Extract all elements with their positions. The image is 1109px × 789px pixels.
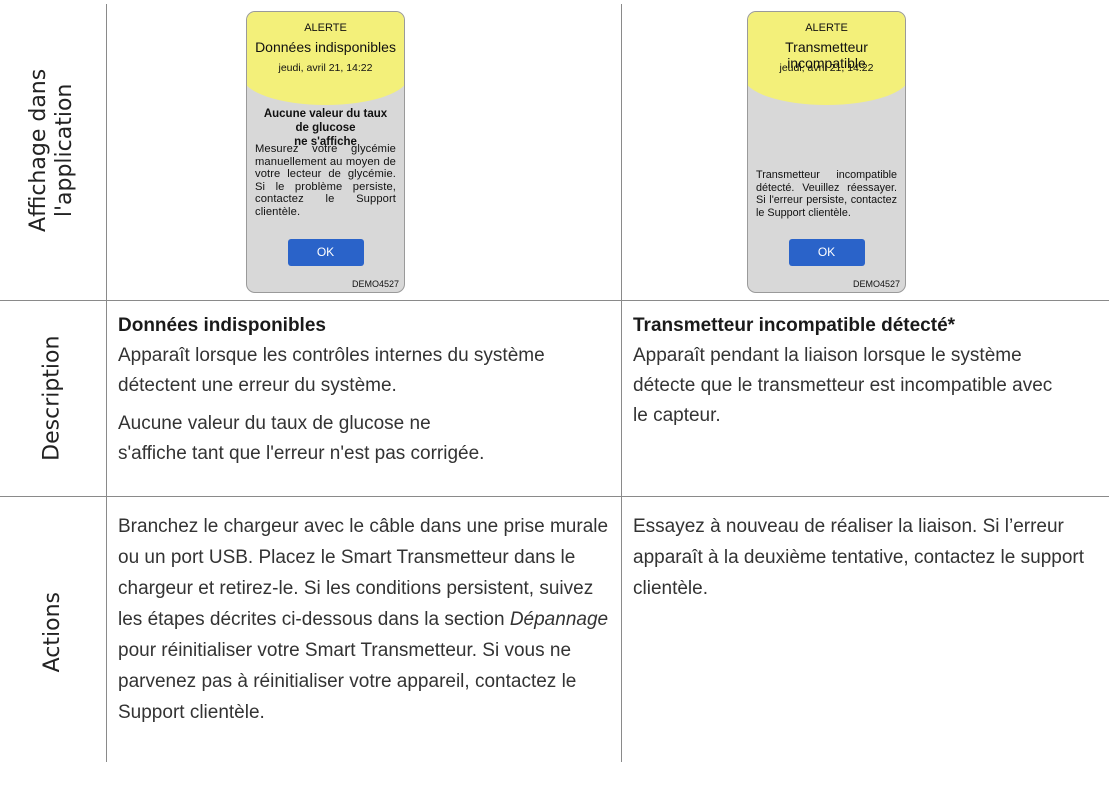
actions-col2: Essayez à nouveau de réaliser la liaison…	[633, 511, 1103, 604]
row-divider-1	[0, 300, 1109, 301]
demo-code: DEMO4527	[852, 279, 900, 289]
alert-date: jeudi, avril 21, 14:22	[278, 62, 373, 74]
troubleshooting-reference: Dépannage	[509, 609, 609, 630]
row-label-app-display-line2: l'application	[53, 83, 78, 217]
app-screen-data-unavailable: ALERTE Données indisponibles jeudi, avri…	[246, 11, 405, 293]
alert-label: ALERTE	[304, 22, 347, 34]
description-col2-heading: Transmetteur incompatible détecté*	[633, 315, 956, 336]
row-label-actions: Actions	[39, 591, 65, 673]
ok-button[interactable]: OK	[287, 239, 364, 266]
description-col1-para2: Aucune valeur du taux de glucose ne s'af…	[118, 413, 485, 464]
app-screen-incompatible-transmitter: ALERTE Transmetteur incompatible jeudi, …	[747, 11, 906, 293]
alert-title: Données indisponibles	[255, 39, 396, 55]
actions-col2-text: Essayez à nouveau de réaliser la liaison…	[633, 516, 1084, 599]
actions-col1: Branchez le chargeur avec le câble dans …	[118, 511, 613, 728]
demo-code: DEMO4527	[351, 279, 399, 289]
column-divider-left	[106, 4, 107, 762]
actions-col1-text-after: pour réinitialiser votre Smart Transmett…	[118, 640, 577, 723]
alert-label: ALERTE	[805, 22, 848, 34]
description-col1: Données indisponibles Apparaît lorsque l…	[118, 311, 603, 469]
row-label-app-display: Affichage dans l'application	[0, 0, 106, 300]
description-col1-heading: Données indisponibles	[118, 315, 326, 336]
row-divider-2	[0, 496, 1109, 497]
alert-body: Mesurez votre glycémie manuellement au m…	[255, 143, 396, 218]
column-divider-middle	[621, 4, 622, 762]
description-col1-para1: Apparaît lorsque les contrôles internes …	[118, 345, 545, 396]
row-label-description: Description	[39, 335, 65, 462]
description-col2-para1: Apparaît pendant la liaison lorsque le s…	[633, 345, 1053, 426]
ok-button[interactable]: OK	[788, 239, 865, 266]
description-col2: Transmetteur incompatible détecté* Appar…	[633, 311, 1088, 431]
row-label-app-display-line1: Affichage dans	[26, 68, 52, 232]
alert-body: Transmetteur incompatible détecté. Veuil…	[756, 169, 897, 219]
alert-date: jeudi, avril 21, 14:22	[779, 62, 874, 74]
